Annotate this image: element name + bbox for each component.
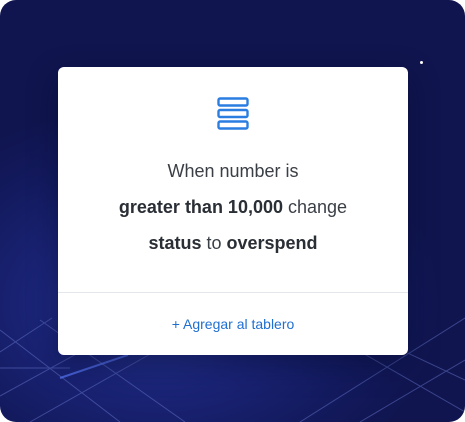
rule-field: status bbox=[148, 233, 202, 253]
sparkle-dot bbox=[420, 61, 423, 64]
rule-verb: change bbox=[288, 197, 348, 217]
rule-line-2: greater than 10,000 change bbox=[58, 189, 408, 225]
rule-value: overspend bbox=[226, 233, 318, 253]
background-frame: When number is greater than 10,000 chang… bbox=[0, 0, 465, 422]
rule-line-1: When number is bbox=[167, 161, 299, 181]
rule-line-3: status to overspend bbox=[58, 225, 408, 261]
list-icon bbox=[217, 97, 249, 130]
rule-condition: greater than 10,000 bbox=[118, 197, 283, 217]
rule-connector: to bbox=[206, 233, 222, 253]
rule-card: When number is greater than 10,000 chang… bbox=[58, 67, 408, 355]
add-to-board-link[interactable]: + Agregar al tablero bbox=[172, 316, 295, 332]
card-footer: + Agregar al tablero bbox=[58, 293, 408, 355]
rule-description: When number is greater than 10,000 chang… bbox=[58, 153, 408, 261]
card-body: When number is greater than 10,000 chang… bbox=[58, 67, 408, 292]
